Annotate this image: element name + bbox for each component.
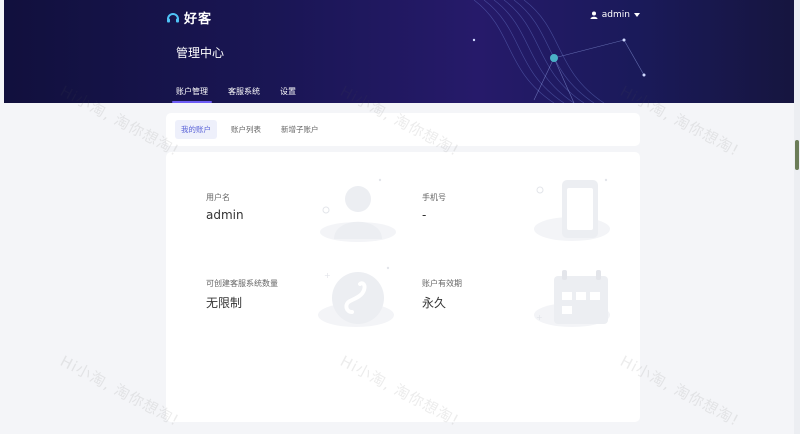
caret-down-icon	[634, 13, 640, 17]
tab-settings[interactable]: 设置	[270, 84, 306, 103]
svg-text:+: +	[324, 271, 331, 280]
username-value: admin	[206, 208, 244, 222]
logo[interactable]: 好客	[166, 8, 212, 27]
avatar-illustration-icon	[320, 178, 396, 242]
app-illustration-icon: +	[318, 266, 394, 327]
username-label: 用户名	[206, 193, 230, 202]
quota-value: 无限制	[206, 296, 243, 310]
tab-customer-service-system[interactable]: 客服系统	[218, 84, 270, 103]
main-tabs: 账户管理 客服系统 设置	[166, 84, 306, 103]
header-banner: 好客 admin 管理中心 账户管理 客服系统 设置	[4, 0, 794, 103]
svg-text:+: +	[536, 313, 543, 322]
subtab-add-sub-account[interactable]: 新增子账户	[275, 120, 325, 139]
phone-value: -	[422, 208, 427, 222]
scrollbar-thumb[interactable]	[795, 140, 799, 170]
user-menu[interactable]: admin	[590, 10, 640, 20]
tab-account-management[interactable]: 账户管理	[166, 84, 218, 103]
header-nav: 好客 admin 管理中心 账户管理 客服系统 设置	[166, 0, 640, 103]
headset-logo-icon	[167, 12, 179, 22]
account-info-card: 用户名 admin 手机号 - 可创建客服系统数量 无限制 + 账户有效期 永久…	[166, 152, 640, 422]
phone-illustration-icon	[534, 178, 610, 241]
expiry-value: 永久	[422, 296, 447, 310]
user-icon	[590, 11, 598, 19]
subtab-my-account[interactable]: 我的账户	[175, 120, 217, 139]
expiry-label: 账户有效期	[422, 279, 462, 288]
phone-label: 手机号	[422, 193, 446, 202]
page-scrollbar[interactable]	[794, 0, 800, 434]
username-block: 用户名 admin	[206, 192, 244, 222]
quota-label: 可创建客服系统数量	[206, 279, 278, 288]
watermark: Hi小淘, 淘你想淘!	[57, 352, 183, 430]
page-title: 管理中心	[176, 46, 225, 60]
subtab-account-list[interactable]: 账户列表	[225, 120, 267, 139]
calendar-illustration-icon: +	[534, 270, 610, 327]
user-name: admin	[601, 10, 630, 20]
phone-block: 手机号 -	[422, 192, 446, 222]
app-frame: 好客 admin 管理中心 账户管理 客服系统 设置 我的账户 账户列表 新增子…	[4, 0, 794, 434]
expiry-block: 账户有效期 永久	[422, 278, 462, 311]
logo-text: 好客	[184, 12, 213, 27]
subtab-bar: 我的账户 账户列表 新增子账户	[166, 113, 640, 146]
quota-block: 可创建客服系统数量 无限制	[206, 278, 278, 311]
